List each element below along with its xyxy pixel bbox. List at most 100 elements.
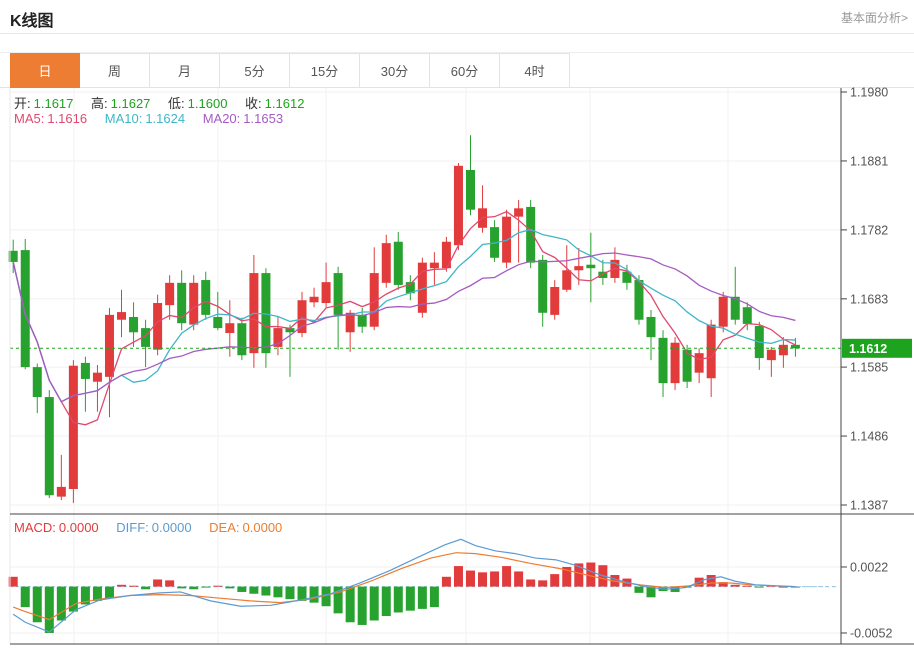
- candle-body: [767, 350, 776, 360]
- candle-body: [69, 366, 78, 489]
- candle-body: [165, 283, 174, 305]
- macd-hist-bar: [285, 587, 294, 599]
- macd-hist-bar: [382, 587, 391, 616]
- macd-hist-bar: [21, 587, 30, 608]
- macd-hist-bar: [707, 575, 716, 587]
- ma10-label: MA10:: [105, 111, 143, 126]
- low-label: 低:: [168, 96, 185, 111]
- candle-body: [695, 353, 704, 373]
- ma20-label: MA20:: [203, 111, 241, 126]
- candle-body: [189, 283, 198, 325]
- candle-body: [237, 323, 246, 355]
- macd-hist-bar: [394, 587, 403, 613]
- y-axis-label: 1.1486: [850, 430, 888, 444]
- macd-hist-bar: [165, 580, 174, 586]
- candle-body: [647, 317, 656, 337]
- dea-label: DEA:: [209, 520, 239, 535]
- candle-body: [550, 287, 559, 315]
- macd-hist-bar: [526, 579, 535, 586]
- low-value: 1.1600: [188, 96, 228, 111]
- candle-body: [57, 487, 66, 497]
- high-label: 高:: [91, 96, 108, 111]
- macd-hist-bar: [430, 587, 439, 608]
- macd-hist-bar: [490, 571, 499, 586]
- candle-body: [45, 397, 54, 495]
- y-axis-label: 1.1585: [850, 361, 888, 375]
- candle-body: [719, 297, 728, 327]
- macd-hist-bar: [514, 571, 523, 586]
- candle-body: [743, 307, 752, 324]
- candle-body: [514, 208, 523, 216]
- macd-hist-bar: [358, 587, 367, 625]
- macd-hist-bar: [466, 571, 475, 587]
- candle-body: [21, 250, 30, 367]
- macd-hist-bar: [634, 587, 643, 593]
- macd-hist-bar: [141, 587, 150, 590]
- macd-hist-bar: [213, 586, 222, 587]
- candle-body: [358, 315, 367, 327]
- macd-label: MACD:: [14, 520, 56, 535]
- candle-body: [129, 317, 138, 332]
- kline-page: K线图 基本面分析> 日周月5分15分30分60分4时 1.19801.1881…: [0, 0, 914, 650]
- macd-hist-bar: [177, 587, 186, 589]
- high-value: 1.1627: [111, 96, 151, 111]
- y-axis-label: -0.0052: [850, 626, 892, 640]
- macd-hist-bar: [454, 566, 463, 587]
- y-axis-label: 1.1387: [850, 499, 888, 513]
- candle-body: [213, 317, 222, 328]
- macd-hist-bar: [237, 587, 246, 592]
- macd-hist-bar: [418, 587, 427, 609]
- candle-body: [526, 207, 535, 263]
- candle-body: [105, 315, 114, 377]
- candle-body: [322, 282, 331, 303]
- macd-hist-bar: [57, 587, 66, 621]
- macd-hist-bar: [225, 587, 234, 589]
- y-axis-label: 0.0022: [850, 560, 888, 574]
- candle-body: [93, 373, 102, 382]
- macd-hist-bar: [478, 572, 487, 586]
- macd-hist-bar: [370, 587, 379, 621]
- y-axis-label: 1.1980: [850, 86, 888, 100]
- macd-hist-bar: [261, 587, 270, 596]
- macd-hist-bar: [249, 587, 258, 594]
- ma20-value: 1.1653: [243, 111, 283, 126]
- candle-body: [454, 166, 463, 245]
- candle-body: [81, 363, 90, 379]
- candle-body: [310, 297, 319, 303]
- macd-hist-bar: [310, 587, 319, 603]
- candle-body: [225, 323, 234, 333]
- ma5-value: 1.1616: [47, 111, 87, 126]
- y-axis-label: 1.1782: [850, 223, 888, 237]
- y-axis-label: 1.1881: [850, 154, 888, 168]
- macd-hist-bar: [273, 587, 282, 598]
- macd-legend: MACD:0.0000 DIFF:0.0000 DEA:0.0000: [14, 520, 285, 535]
- macd-hist-bar: [442, 577, 451, 587]
- candle-body: [33, 367, 42, 397]
- macd-hist-bar: [117, 585, 126, 587]
- candle-body: [466, 170, 475, 210]
- ma-legend: MA5:1.1616 MA10:1.1624 MA20:1.1653: [14, 111, 286, 126]
- diff-value: 0.0000: [152, 520, 192, 535]
- candle-body: [334, 273, 343, 315]
- current-price-tag-value: 1.1612: [849, 342, 887, 356]
- open-value: 1.1617: [34, 96, 74, 111]
- y-axis-label: 1.1683: [850, 292, 888, 306]
- diff-label: DIFF:: [116, 520, 149, 535]
- candle-body: [382, 243, 391, 283]
- candle-body: [659, 338, 668, 383]
- candle-body: [261, 273, 270, 353]
- macd-hist-bar: [731, 585, 740, 587]
- macd-hist-bar: [129, 586, 138, 587]
- open-label: 开:: [14, 96, 31, 111]
- close-value: 1.1612: [265, 96, 305, 111]
- dea-value: 0.0000: [243, 520, 283, 535]
- macd-hist-bar: [502, 566, 511, 587]
- candle-body: [430, 263, 439, 269]
- ohlc-legend: 开:1.1617 高:1.1627 低:1.1600 收:1.1612: [14, 93, 307, 112]
- macd-hist-bar: [538, 580, 547, 586]
- ma5-label: MA5:: [14, 111, 44, 126]
- candle-body: [562, 270, 571, 290]
- macd-hist-bar: [406, 587, 415, 611]
- macd-hist-bar: [550, 574, 559, 586]
- macd-hist-bar: [153, 579, 162, 586]
